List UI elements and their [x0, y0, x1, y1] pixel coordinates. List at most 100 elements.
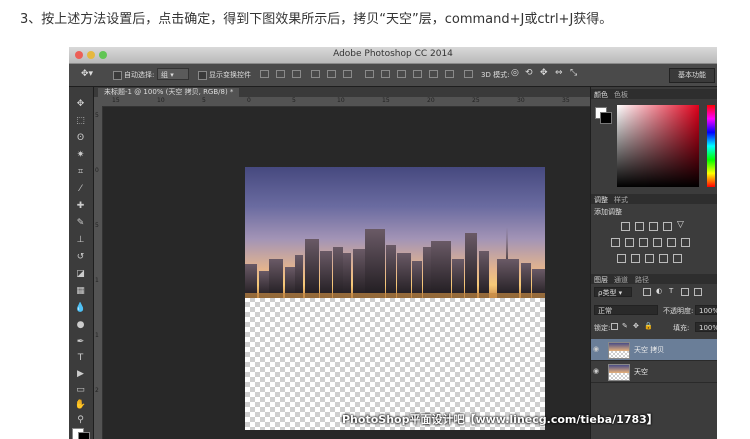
- curves-icon[interactable]: [649, 222, 658, 231]
- app-title: Adobe Photoshop CC 2014: [333, 49, 453, 59]
- exposure-icon[interactable]: [663, 222, 672, 231]
- hue-saturation-icon[interactable]: [611, 238, 620, 247]
- align-top-icon[interactable]: [260, 70, 269, 78]
- rectangle-tool-icon[interactable]: ▭: [73, 383, 88, 397]
- distribute-top-icon[interactable]: [365, 70, 374, 78]
- align-bottom-icon[interactable]: [292, 70, 301, 78]
- distribute-right-icon[interactable]: [445, 70, 454, 78]
- tab-channels[interactable]: 通道: [614, 275, 628, 285]
- path-selection-tool-icon[interactable]: ▶: [73, 367, 88, 381]
- zoom-tool-icon[interactable]: ⚲: [73, 413, 88, 427]
- type-tool-icon[interactable]: T: [73, 351, 88, 365]
- canvas-area[interactable]: [103, 107, 604, 439]
- layer-filter-dropdown[interactable]: ρ类型 ▾: [594, 287, 632, 297]
- auto-select-checkbox[interactable]: [113, 71, 122, 80]
- filter-smart-icon[interactable]: [694, 288, 702, 296]
- ruler-origin[interactable]: [94, 97, 102, 106]
- invert-icon[interactable]: [617, 254, 626, 263]
- 3d-roll-icon[interactable]: ⟲: [525, 68, 533, 78]
- posterize-icon[interactable]: [631, 254, 640, 263]
- tab-styles[interactable]: 样式: [614, 195, 628, 205]
- tab-paths[interactable]: 路径: [635, 275, 649, 285]
- lock-transparent-icon[interactable]: [611, 323, 618, 330]
- tab-swatches[interactable]: 色板: [614, 90, 628, 100]
- magic-wand-tool-icon[interactable]: ✷: [73, 148, 88, 162]
- align-right-icon[interactable]: [343, 70, 352, 78]
- align-left-icon[interactable]: [311, 70, 320, 78]
- photo-filter-icon[interactable]: [653, 238, 662, 247]
- auto-select-dropdown[interactable]: 组 ▾: [157, 68, 189, 80]
- eraser-tool-icon[interactable]: ◪: [73, 267, 88, 281]
- distribute-left-icon[interactable]: [413, 70, 422, 78]
- show-transform-checkbox[interactable]: [198, 71, 207, 80]
- align-hcenter-icon[interactable]: [327, 70, 336, 78]
- watermark-text: PhotoShop平面设计吧【www.linecg.com/tieba/1783…: [342, 413, 658, 426]
- move-tool-icon[interactable]: ✥▾: [81, 69, 93, 79]
- blur-tool-icon[interactable]: 💧: [73, 301, 88, 315]
- align-vcenter-icon[interactable]: [276, 70, 285, 78]
- pen-tool-icon[interactable]: ✒: [73, 335, 88, 349]
- channel-mixer-icon[interactable]: [667, 238, 676, 247]
- background-swatch[interactable]: [600, 112, 612, 124]
- 3d-scale-icon[interactable]: ⤡: [570, 68, 577, 78]
- marquee-tool-icon[interactable]: ⬚: [73, 114, 88, 128]
- crop-tool-icon[interactable]: ⌗: [73, 165, 88, 179]
- tab-layers[interactable]: 图层: [594, 275, 608, 285]
- gradient-map-icon[interactable]: [659, 254, 668, 263]
- vibrance-icon[interactable]: ▽: [677, 220, 684, 230]
- ruler-tick: 35: [562, 97, 570, 104]
- hand-tool-icon[interactable]: ✋: [73, 398, 88, 412]
- right-panel-dock: 颜色 色板 调整 样式 添加调整 ▽ 图层 通道 路径 ρ类型 ▾ ◐ T 正常…: [590, 87, 717, 439]
- move-tool-icon[interactable]: ✥: [73, 97, 88, 111]
- fill-field[interactable]: 100%: [695, 322, 717, 332]
- ruler-tick: 20: [427, 97, 435, 104]
- background-color-swatch[interactable]: [78, 432, 90, 439]
- distribute-bottom-icon[interactable]: [397, 70, 406, 78]
- tab-adjustments[interactable]: 调整: [594, 195, 608, 205]
- blend-mode-dropdown[interactable]: 正常: [594, 305, 658, 315]
- black-white-icon[interactable]: [639, 238, 648, 247]
- 3d-slide-icon[interactable]: ⇔: [555, 68, 563, 78]
- filter-type-icon[interactable]: T: [669, 287, 673, 295]
- document-tab[interactable]: 未标题-1 @ 100% (天空 拷贝, RGB/8) *: [98, 88, 240, 97]
- 3d-pan-icon[interactable]: ✥: [540, 68, 548, 78]
- hue-slider[interactable]: [707, 105, 715, 187]
- filter-shape-icon[interactable]: [681, 288, 689, 296]
- color-picker-field[interactable]: [617, 105, 699, 187]
- clone-stamp-tool-icon[interactable]: ⊥: [73, 233, 88, 247]
- ruler-horizontal[interactable]: 15 10 5 0 5 10 15 20 25 30 35: [102, 97, 604, 107]
- distribute-vcenter-icon[interactable]: [381, 70, 390, 78]
- gradient-tool-icon[interactable]: ▦: [73, 284, 88, 298]
- lock-image-icon[interactable]: ✎: [622, 322, 628, 330]
- history-brush-tool-icon[interactable]: ↺: [73, 250, 88, 264]
- filter-pixel-icon[interactable]: [643, 288, 651, 296]
- visibility-eye-icon[interactable]: ◉: [593, 345, 601, 353]
- workspace-switcher[interactable]: 基本功能: [669, 68, 715, 83]
- 3d-orbit-icon[interactable]: ◎: [511, 68, 519, 78]
- selective-color-icon[interactable]: [673, 254, 682, 263]
- brush-tool-icon[interactable]: ✎: [73, 216, 88, 230]
- ruler-vertical[interactable]: 5 0 5 1 1 2: [94, 106, 103, 439]
- filter-adjustment-icon[interactable]: ◐: [656, 287, 662, 295]
- auto-align-icon[interactable]: [464, 70, 473, 78]
- visibility-eye-icon[interactable]: ◉: [593, 367, 601, 375]
- brightness-contrast-icon[interactable]: [621, 222, 630, 231]
- healing-brush-tool-icon[interactable]: ✚: [73, 199, 88, 213]
- lock-position-icon[interactable]: ✥: [633, 322, 639, 330]
- document-canvas[interactable]: [245, 167, 545, 430]
- eyedropper-tool-icon[interactable]: ⁄: [73, 182, 88, 196]
- opacity-field[interactable]: 100%: [695, 305, 717, 315]
- layer-row[interactable]: ◉ 天空 拷贝: [591, 339, 717, 361]
- lock-all-icon[interactable]: 🔒: [644, 322, 653, 330]
- dodge-tool-icon[interactable]: ●: [73, 318, 88, 332]
- color-lookup-icon[interactable]: [681, 238, 690, 247]
- tab-color[interactable]: 颜色: [594, 90, 608, 100]
- layers-panel-tabs: 图层 通道 路径: [591, 274, 717, 284]
- color-balance-icon[interactable]: [625, 238, 634, 247]
- layer-row[interactable]: ◉ 天空: [591, 361, 717, 383]
- threshold-icon[interactable]: [645, 254, 654, 263]
- levels-icon[interactable]: [635, 222, 644, 231]
- ruler-tick: 5: [202, 97, 206, 104]
- lasso-tool-icon[interactable]: ʘ: [73, 131, 88, 145]
- distribute-hcenter-icon[interactable]: [429, 70, 438, 78]
